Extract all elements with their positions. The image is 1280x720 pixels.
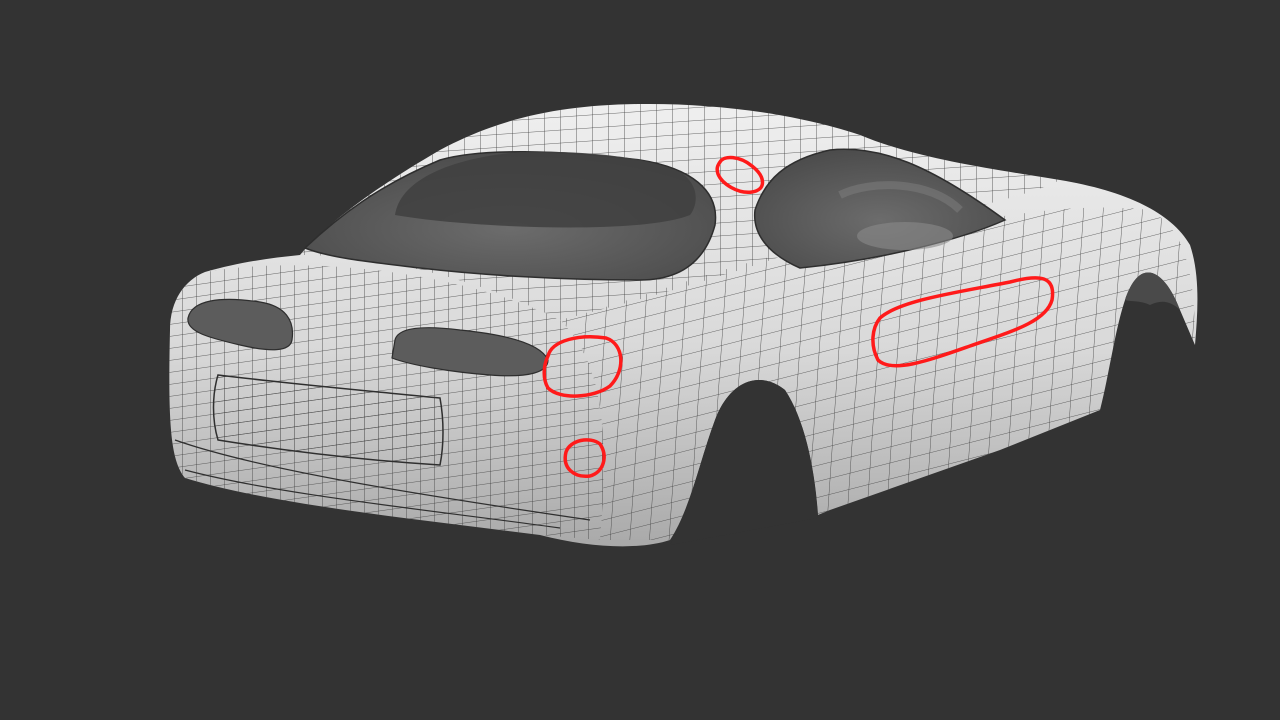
interior-seat (857, 222, 953, 250)
car-body (169, 103, 1198, 547)
render-canvas (169, 103, 1198, 547)
render-viewport (0, 0, 1280, 720)
